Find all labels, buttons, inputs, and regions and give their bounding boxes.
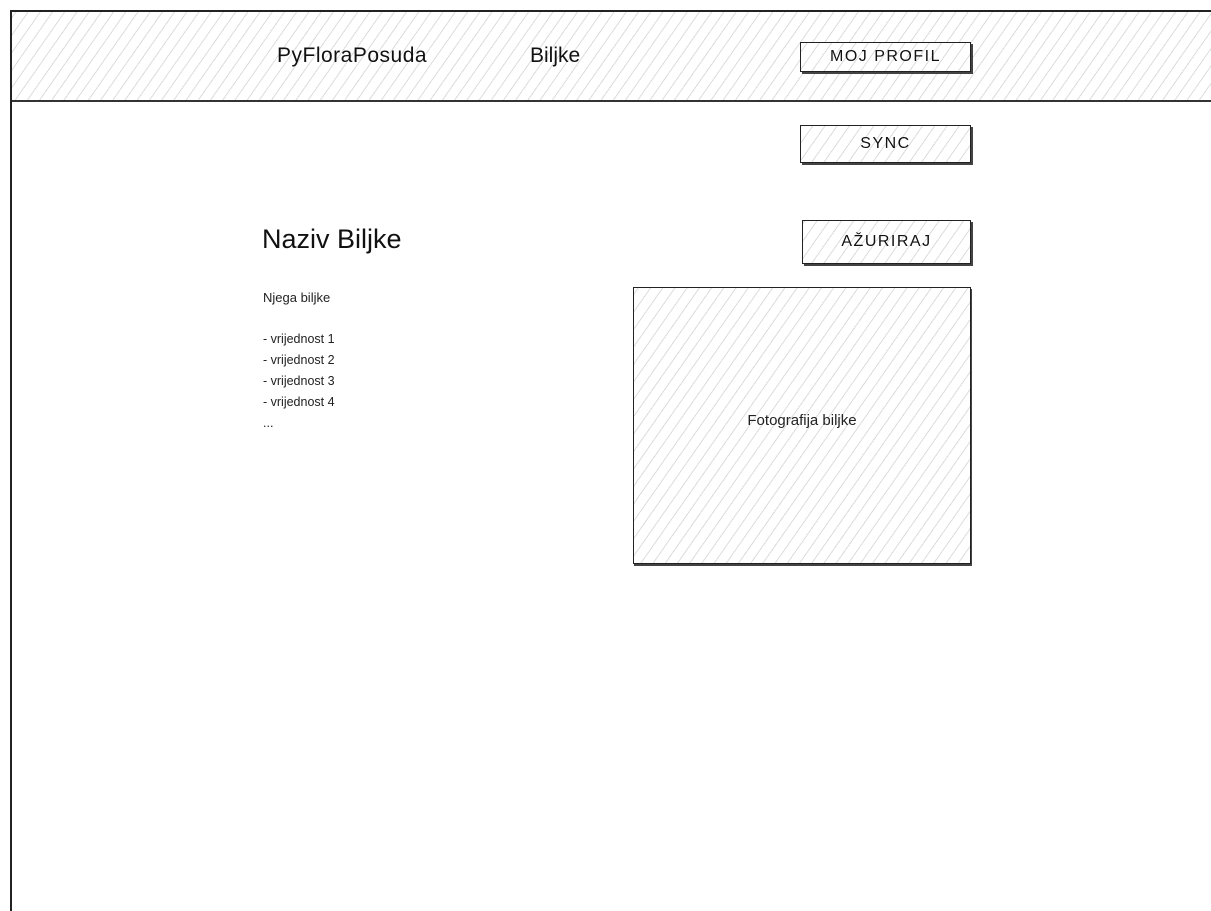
care-list-item: - vrijednost 1 — [263, 332, 335, 346]
plant-care-heading: Njega biljke — [263, 290, 331, 305]
nav-link-plants[interactable]: Biljke — [530, 44, 580, 68]
care-list-item: - vrijednost 4 — [263, 395, 335, 409]
app-logo[interactable]: PyFloraPosuda — [277, 44, 427, 68]
plant-care-list: - vrijednost 1 - vrijednost 2 - vrijedno… — [263, 329, 335, 434]
top-header: PyFloraPosuda Biljke MOJ PROFIL — [12, 12, 1211, 102]
care-list-item: - vrijednost 3 — [263, 374, 335, 388]
care-list-item: - vrijednost 2 — [263, 353, 335, 367]
my-profile-button[interactable]: MOJ PROFIL — [800, 42, 971, 72]
update-button[interactable]: AŽURIRAJ — [802, 220, 971, 264]
plant-photo-placeholder: Fotografija biljke — [633, 287, 971, 564]
plant-photo-label: Fotografija biljke — [747, 412, 857, 429]
sync-button[interactable]: SYNC — [800, 125, 971, 163]
care-list-item-more: ... — [263, 416, 274, 430]
plant-name-title: Naziv Biljke — [262, 224, 402, 254]
app-window: PyFloraPosuda Biljke MOJ PROFIL SYNC Naz… — [10, 10, 1211, 911]
